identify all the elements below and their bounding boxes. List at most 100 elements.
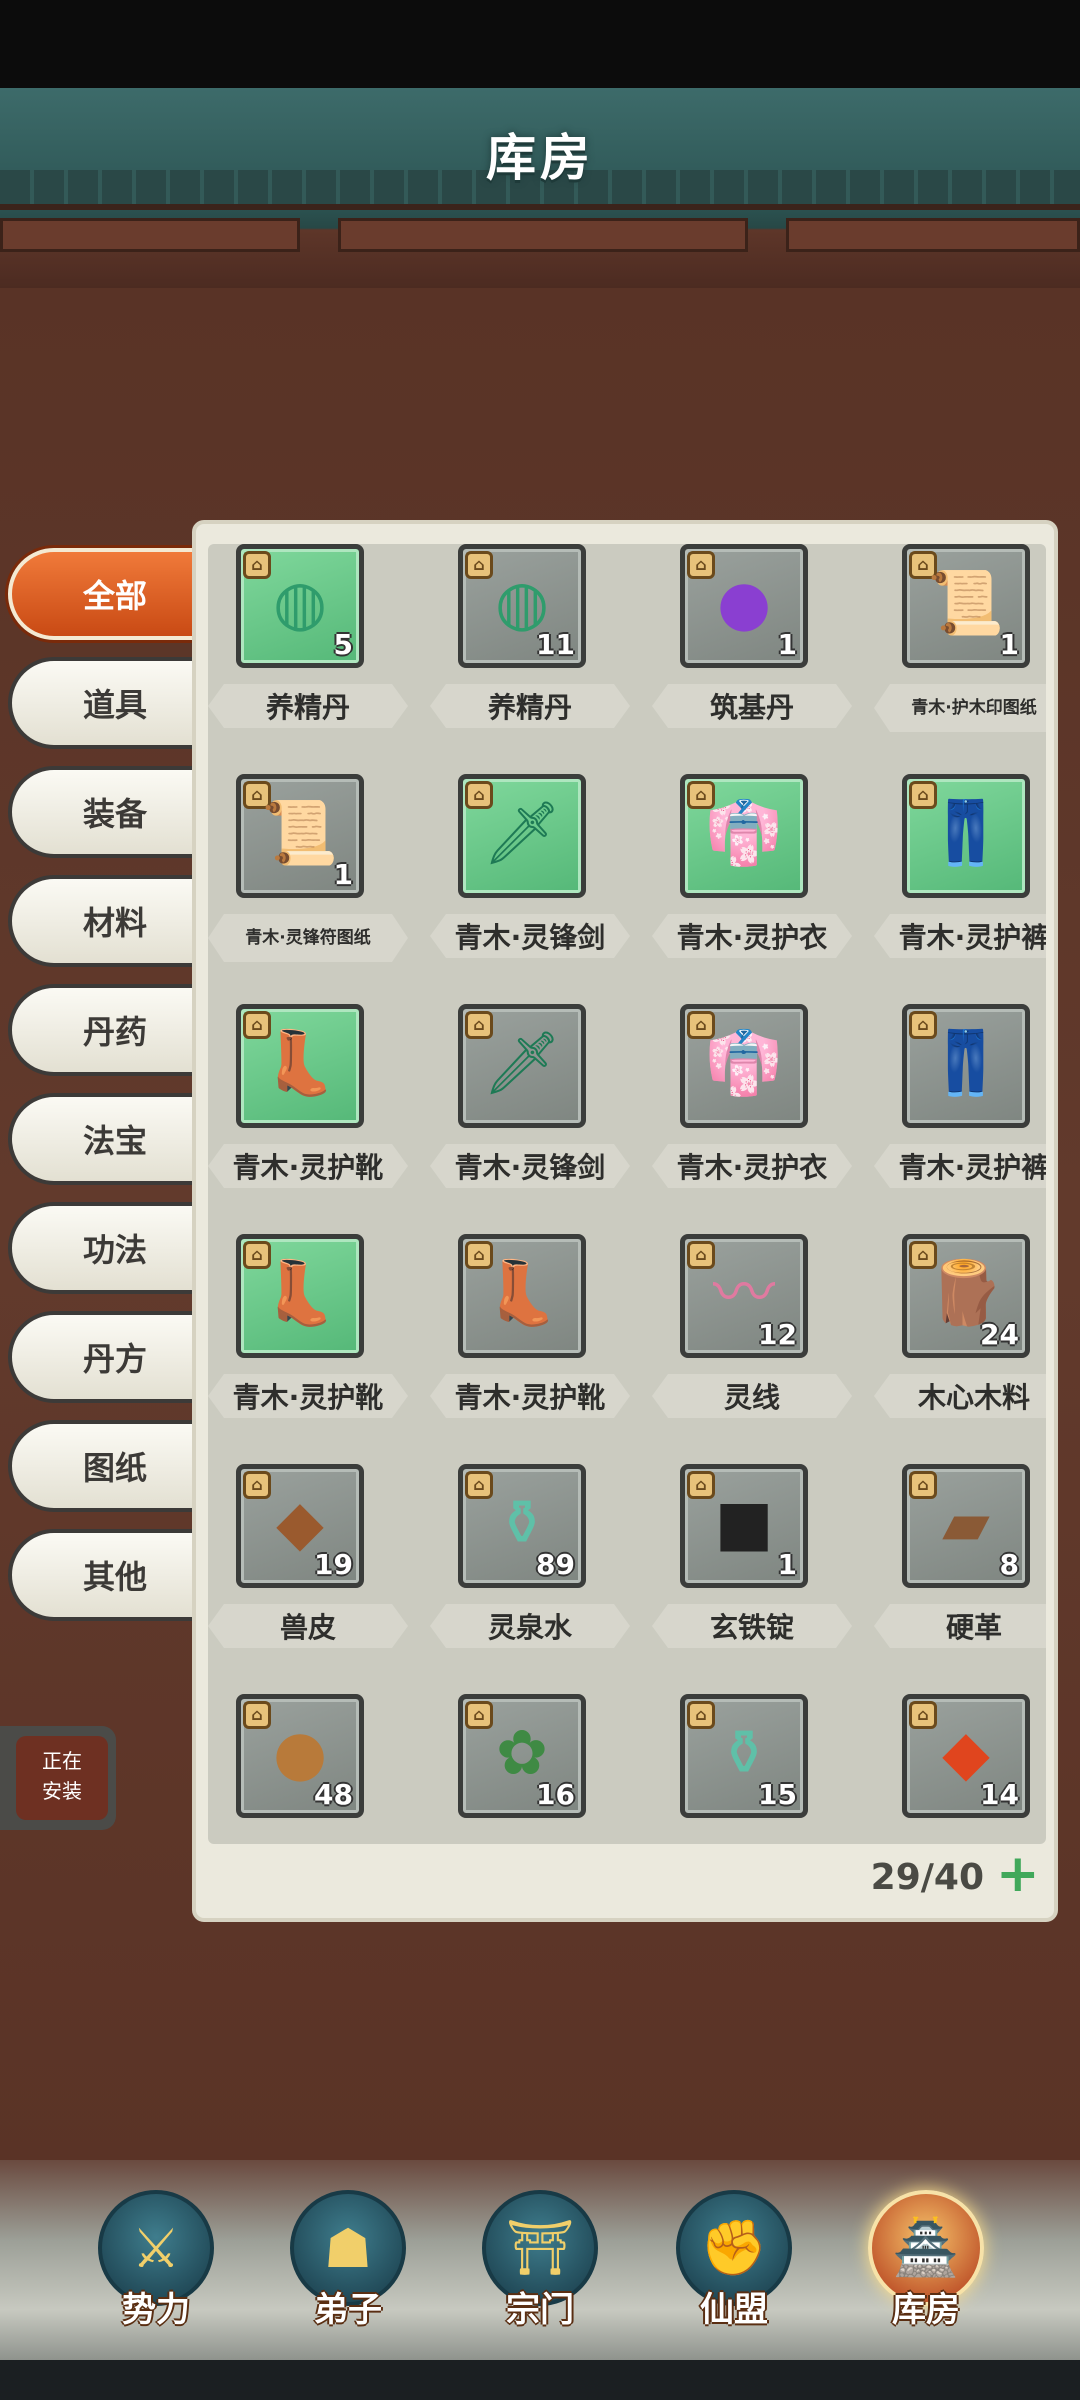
inventory-item[interactable]: ⌂ ■ 1 玄铁锭: [652, 1464, 852, 1684]
inventory-item[interactable]: ⌂ ◍ 11 养精丹: [430, 544, 630, 764]
item-slot: ⌂ ⚱ 89: [458, 1464, 586, 1588]
item-name: 养精丹: [208, 684, 408, 728]
tab-2[interactable]: 装备: [8, 766, 198, 858]
tab-label: 法宝: [82, 1122, 147, 1160]
tab-3[interactable]: 材料: [8, 875, 198, 967]
tab-0[interactable]: 全部: [8, 548, 198, 640]
installing-text: 正在: [42, 1749, 82, 1773]
inventory-item[interactable]: ⌂ 👢 青木·灵护靴: [430, 1234, 630, 1454]
tab-1[interactable]: 道具: [8, 657, 198, 749]
tab-label: 丹方: [82, 1340, 147, 1378]
item-count: 11: [536, 628, 575, 661]
nav-label: 库房: [892, 2290, 960, 2330]
inventory-item[interactable]: ⌂ 🗡 青木·灵锋剑: [430, 1004, 630, 1224]
inventory-item[interactable]: ⌂ 👖 青木·灵护裤: [874, 1004, 1046, 1224]
item-slot: ⌂ 👖: [902, 774, 1030, 898]
item-slot: ⌂ 👢: [458, 1234, 586, 1358]
item-name: 灵泉水: [430, 1604, 630, 1648]
inventory-item[interactable]: ⌂ ✿ 16: [430, 1694, 630, 1844]
tab-7[interactable]: 丹方: [8, 1311, 198, 1403]
inventory-item[interactable]: ⌂ 👖 青木·灵护裤: [874, 774, 1046, 994]
tab-label: 图纸: [82, 1449, 147, 1487]
inventory-item[interactable]: ⌂ 🗡 青木·灵锋剑: [430, 774, 630, 994]
tab-8[interactable]: 图纸: [8, 1420, 198, 1512]
item-slot: ⌂ 〰 12: [680, 1234, 808, 1358]
inventory-item[interactable]: ⌂ 👘 青木·灵护衣: [652, 1004, 852, 1224]
inventory-item[interactable]: ⌂ 👢 青木·灵护靴: [208, 1234, 408, 1454]
inventory-item[interactable]: ⌂ 🪵 24 木心木料: [874, 1234, 1046, 1454]
tab-5[interactable]: 法宝: [8, 1093, 198, 1185]
inventory-item[interactable]: ⌂ ⚱ 15: [652, 1694, 852, 1844]
status-bar: [0, 0, 1080, 88]
capacity-counter: 29/40: [870, 1857, 984, 1898]
item-count: 8: [999, 1548, 1019, 1581]
item-icon: 👘: [705, 796, 783, 869]
tab-9[interactable]: 其他: [8, 1529, 198, 1621]
tab-label: 道具: [82, 686, 147, 724]
item-slot: ⌂ ▰ 8: [902, 1464, 1030, 1588]
tab-label: 其他: [82, 1558, 147, 1596]
tab-label: 全部: [82, 577, 147, 615]
item-slot: ⌂ ● 48: [236, 1694, 364, 1818]
item-slot: ⌂ ⚱ 15: [680, 1694, 808, 1818]
page-title: 库房: [486, 129, 594, 187]
item-count: 1: [777, 1548, 797, 1581]
nav-item-3[interactable]: ✊ 仙盟: [664, 2190, 804, 2340]
item-slot: ⌂ 🪵 24: [902, 1234, 1030, 1358]
item-count: 24: [980, 1318, 1019, 1351]
item-count: 1: [999, 628, 1019, 661]
nav-label: 仙盟: [700, 2290, 768, 2330]
item-icon: 👘: [705, 1026, 783, 1099]
inventory-item[interactable]: ⌂ 📜 1 青木·灵锋符图纸: [208, 774, 408, 994]
item-slot: ⌂ 🗡: [458, 774, 586, 898]
item-icon: 👢: [261, 1026, 339, 1099]
item-count: 12: [758, 1318, 797, 1351]
inventory-item[interactable]: ⌂ ▰ 8 硬革: [874, 1464, 1046, 1684]
item-slot: ⌂ ✿ 16: [458, 1694, 586, 1818]
nav-item-4[interactable]: 🏯 库房: [856, 2190, 996, 2340]
nav-label: 宗门: [506, 2290, 574, 2330]
item-count: 48: [314, 1778, 353, 1811]
item-name: 青木·灵护靴: [430, 1374, 630, 1418]
inventory-item[interactable]: ⌂ ● 1 筑基丹: [652, 544, 852, 764]
item-name: 青木·灵护衣: [652, 1144, 852, 1188]
item-name: 青木·灵护衣: [652, 914, 852, 958]
item-slot: ⌂ ◍ 5: [236, 544, 364, 668]
tab-6[interactable]: 功法: [8, 1202, 198, 1294]
item-icon: 👖: [927, 1026, 1005, 1099]
item-slot: ⌂ 👖: [902, 1004, 1030, 1128]
inventory-item[interactable]: ⌂ ◆ 19 兽皮: [208, 1464, 408, 1684]
tab-4[interactable]: 丹药: [8, 984, 198, 1076]
item-icon: 🗡: [482, 796, 562, 869]
inventory-item[interactable]: ⌂ ◍ 5 养精丹: [208, 544, 408, 764]
inventory-item[interactable]: ⌂ ⚱ 89 灵泉水: [430, 1464, 630, 1684]
item-slot: ⌂ ◍ 11: [458, 544, 586, 668]
item-name: 青木·灵护靴: [208, 1374, 408, 1418]
item-slot: ⌂ ◆ 19: [236, 1464, 364, 1588]
inventory-item[interactable]: ⌂ 📜 1 青木·护木印图纸: [874, 544, 1046, 764]
item-name: 青木·灵护裤: [874, 914, 1046, 958]
inventory-item[interactable]: ⌂ 👢 青木·灵护靴: [208, 1004, 408, 1224]
nav-item-1[interactable]: ☗ 弟子: [278, 2190, 418, 2340]
wood-beam: [786, 218, 1080, 252]
inventory-item[interactable]: ⌂ ● 48: [208, 1694, 408, 1844]
item-icon: 👖: [927, 796, 1005, 869]
nav-label: 弟子: [314, 2290, 382, 2330]
inventory-panel: ⌂ ◍ 5 养精丹 ⌂ ◍ 11 养精丹 ⌂ ● 1 筑基丹 ⌂ 📜 1 青木·护木印图纸 ⌂ 📜 1 青木·灵锋符图…: [192, 520, 1058, 1922]
add-capacity-icon[interactable]: +: [996, 1848, 1040, 1900]
nav-item-0[interactable]: ⚔ 势力: [86, 2190, 226, 2340]
inventory-item[interactable]: ⌂ 〰 12 灵线: [652, 1234, 852, 1454]
wood-beam: [0, 218, 300, 252]
item-name: 筑基丹: [652, 684, 852, 728]
item-slot: ⌂ ● 1: [680, 544, 808, 668]
item-count: 14: [980, 1778, 1019, 1811]
item-name: 硬革: [874, 1604, 1046, 1648]
inventory-item[interactable]: ⌂ ◆ 14: [874, 1694, 1046, 1844]
nav-item-2[interactable]: ⛩ 宗门: [470, 2190, 610, 2340]
inventory-item[interactable]: ⌂ 👘 青木·灵护衣: [652, 774, 852, 994]
item-name: 青木·灵护靴: [208, 1144, 408, 1188]
installing-text: 安装: [42, 1779, 82, 1803]
item-name: 青木·灵锋符图纸: [208, 914, 408, 962]
item-slot: ⌂ 🗡: [458, 1004, 586, 1128]
installing-widget[interactable]: 正在 安装: [0, 1726, 116, 1830]
